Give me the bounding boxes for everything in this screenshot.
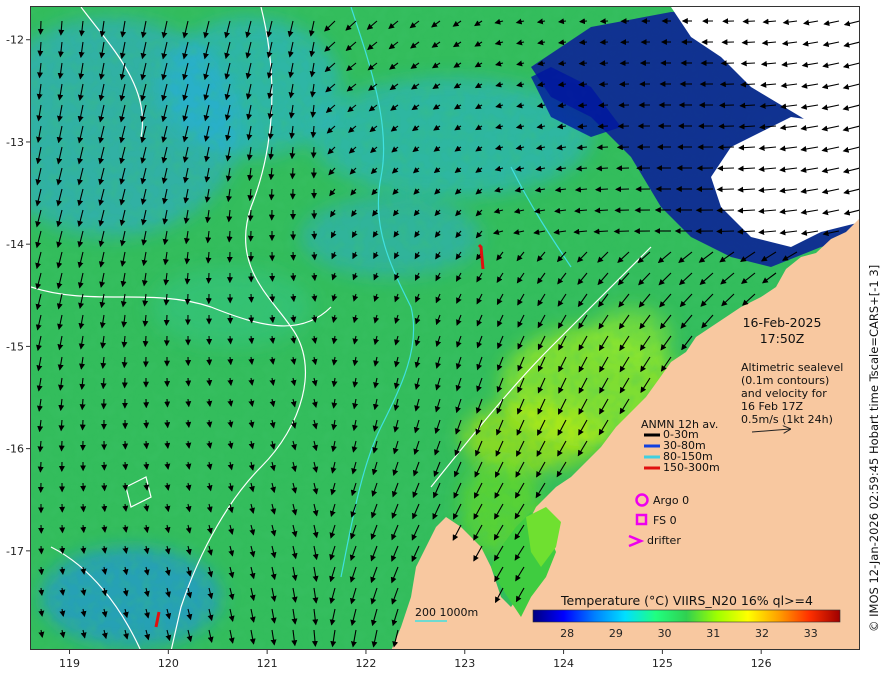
colorbar-tick-label: 33 [804,627,818,640]
altimetry-line-3: and velocity for [741,387,827,400]
drifter-label: drifter [647,534,681,547]
colorbar-tick-label: 32 [755,627,769,640]
lon-tick-label: 120 [158,657,179,670]
anmn-legend: 0-30m30-80m80-150m150-300m [644,428,720,474]
colorbar-ticks: 28 29 30 31 32 33 [560,627,818,640]
lon-tick-label: 125 [652,657,673,670]
fs-icon [635,513,648,526]
lon-tick-label: 123 [454,657,475,670]
argo-icon [635,493,649,507]
colorbar [532,609,841,623]
map-time: 17:50Z [760,331,805,346]
colorbar-title: Temperature (°C) VIIRS_N20 16% ql>=4 [560,593,813,608]
lon-tick-label: 121 [257,657,278,670]
altimetry-line-4: 16 Feb 17Z [741,400,803,413]
lat-tick-label: -13 [6,136,24,149]
annotation-layer: 119 120 121 122 123 124 125 126 -12 -13 -14 -15 -16… [6,34,880,670]
map-date: 16-Feb-2025 [743,315,822,330]
lon-tick-label: 119 [59,657,80,670]
lat-tick-label: -15 [6,340,24,353]
scale-arrow [751,429,790,432]
lat-tick-label: -12 [6,34,24,47]
fs-label: FS 0 [653,514,677,527]
colorbar-tick-label: 30 [658,627,672,640]
altimetry-line-5: 0.5m/s (1kt 24h) [741,413,833,426]
lon-tick-label: 126 [751,657,772,670]
lon-tick-label: 124 [553,657,574,670]
altimetry-line-2: (0.1m contours) [741,374,829,387]
colorbar-tick-label: 29 [609,627,623,640]
lon-axis: 119 120 121 122 123 124 125 126 [59,650,772,670]
colorbar-tick-label: 31 [706,627,720,640]
copyright-text: © IMOS 12-Jan-2026 02:59:45 Hobart time … [867,265,880,632]
lon-tick-label: 122 [355,657,376,670]
altimetry-line-1: Altimetric sealevel [741,361,843,374]
depth-legend-label: 200 1000m [415,606,478,619]
lat-tick-label: -17 [6,545,24,558]
drifter-icon [628,534,645,548]
anmn-label: 150-300m [663,461,720,474]
colorbar-tick-label: 28 [560,627,574,640]
lat-tick-label: -14 [6,238,24,251]
lat-axis: -12 -13 -14 -15 -16 -17 [6,34,30,558]
argo-label: Argo 0 [653,494,689,507]
lat-tick-label: -16 [6,443,24,456]
